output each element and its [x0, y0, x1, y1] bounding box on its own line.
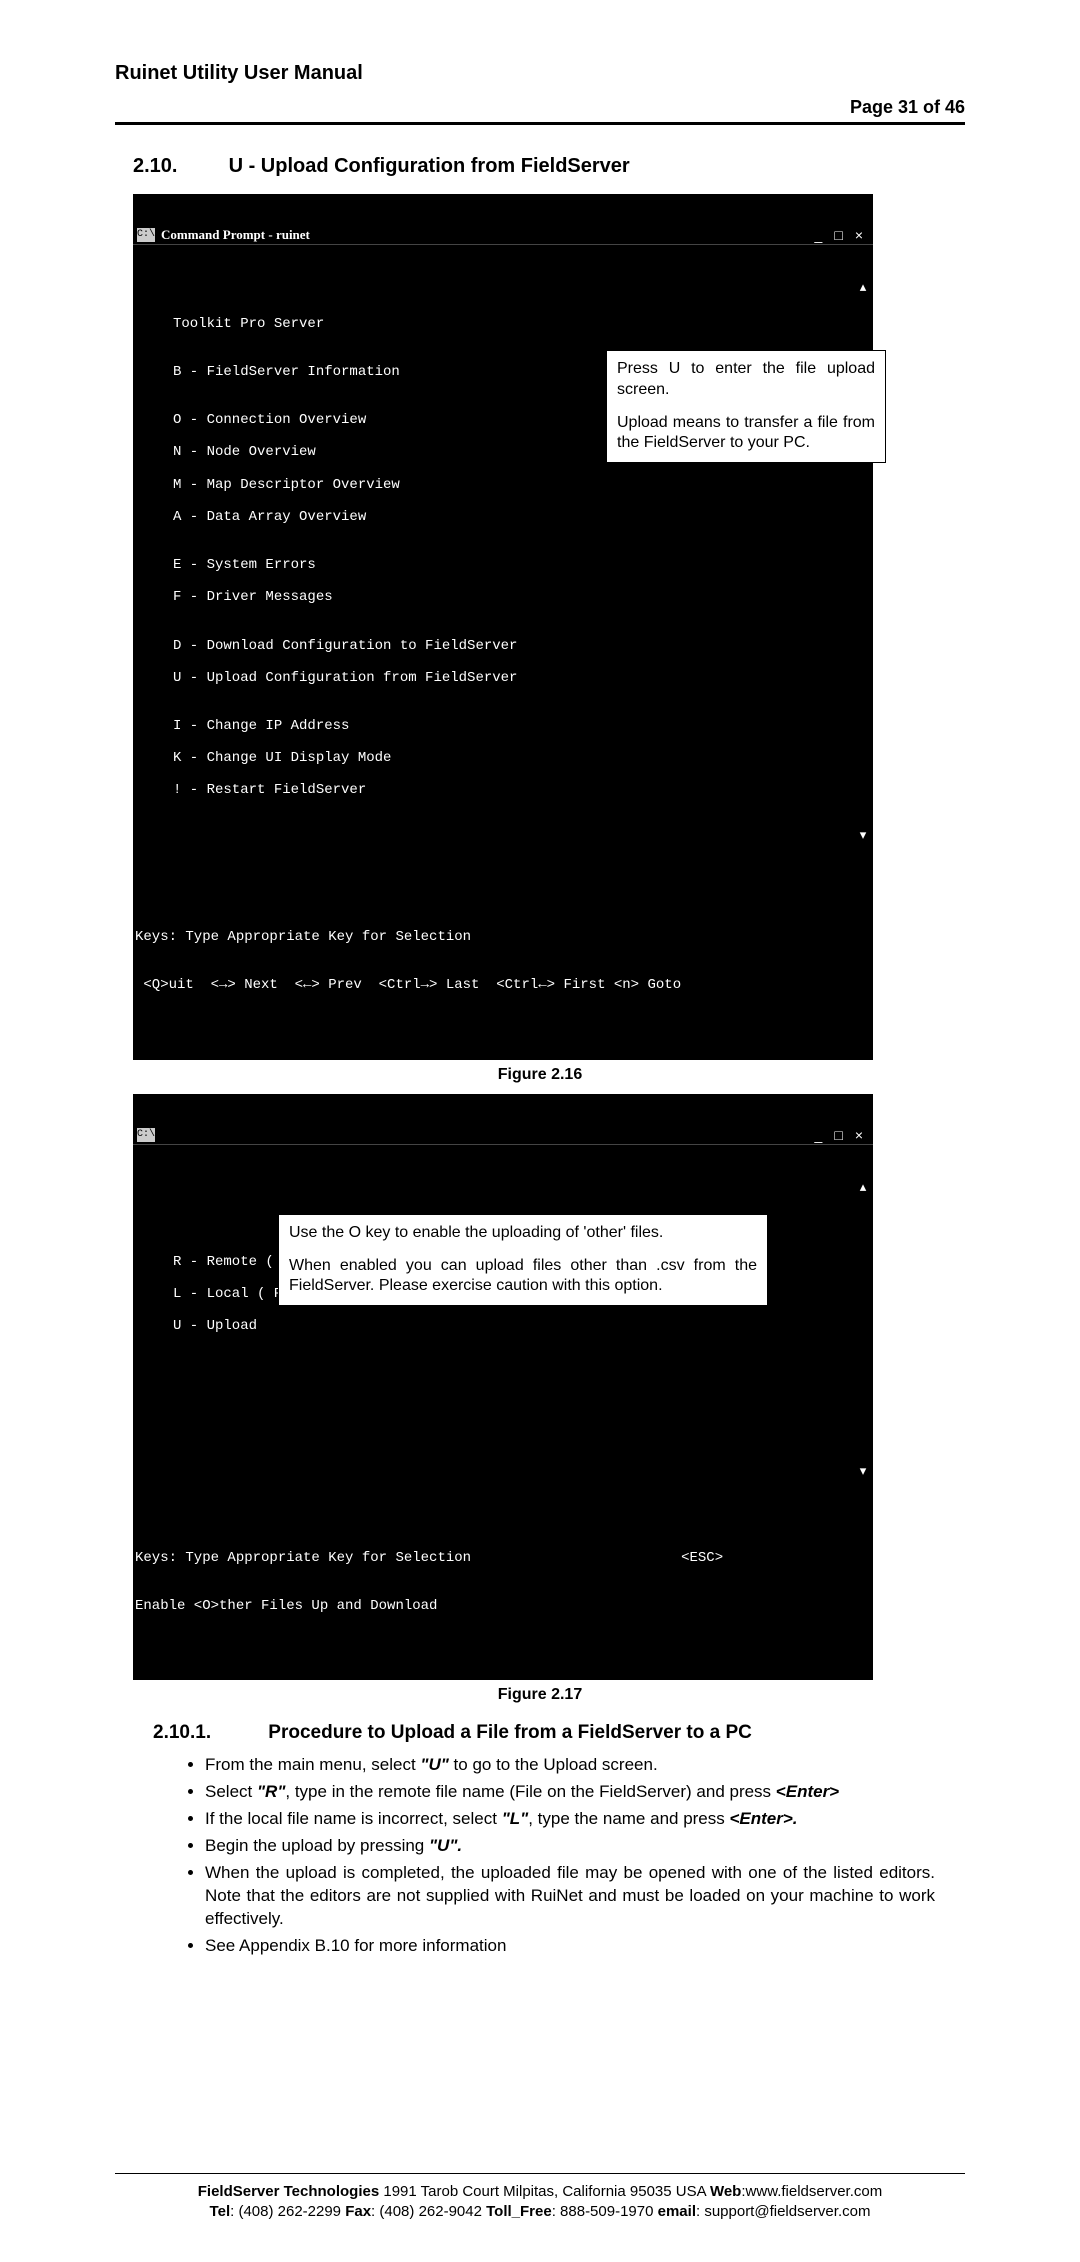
footer-tollfree: : 888-509-1970: [552, 2203, 658, 2220]
footer-address: 1991 Tarob Court Milpitas, California 95…: [379, 2183, 710, 2200]
callout-1: Press U to enter the file upload screen.…: [606, 350, 886, 463]
callout-1-text-1: Press U to enter the file upload screen.: [617, 359, 875, 401]
callout-2-text-2: When enabled you can upload files other …: [289, 1256, 757, 1298]
proc-text: From the main menu, select: [205, 1755, 420, 1774]
callout-2-connector: [283, 1312, 503, 1432]
callout-2-text-1: Use the O key to enable the uploading of…: [289, 1223, 757, 1244]
proc-key: "L": [502, 1809, 529, 1828]
minimize-icon[interactable]: _: [809, 1127, 829, 1143]
terminal-menu-item[interactable]: D - Download Configuration to FieldServe…: [133, 638, 873, 654]
callout-1-connector: [543, 392, 607, 402]
footer-tel-label: Tel: [210, 2203, 231, 2220]
callout-1-text-2: Upload means to transfer a file from the…: [617, 413, 875, 455]
scrollbar-down-icon[interactable]: ▾: [856, 1465, 870, 1479]
terminal-menu-item[interactable]: A - Data Array Overview: [133, 509, 873, 525]
callout-2: Use the O key to enable the uploading of…: [278, 1214, 768, 1306]
document-title: Ruinet Utility User Manual: [115, 62, 965, 85]
terminal-2-titlebar: C:\ _ □ ×: [133, 1126, 873, 1145]
terminal-1: C:\ Command Prompt - ruinet _ □ × ▴ Tool…: [133, 194, 873, 1060]
terminal-1-wrap: C:\ Command Prompt - ruinet _ □ × ▴ Tool…: [133, 194, 947, 1060]
header-rule: [115, 122, 965, 125]
terminal-2: C:\ _ □ × ▴ R - Remote ( FieldServer ) F…: [133, 1094, 873, 1681]
proc-key: <Enter>.: [730, 1809, 798, 1828]
terminal-help-line: Enable <O>ther Files Up and Download: [135, 1598, 871, 1614]
proc-text: to go to the Upload screen.: [449, 1755, 658, 1774]
procedure-item: When the upload is completed, the upload…: [205, 1862, 935, 1931]
terminal-icon: C:\: [137, 1128, 155, 1142]
proc-text: Select: [205, 1782, 257, 1801]
footer-tel: : (408) 262-2299: [230, 2203, 345, 2220]
page-number: Page 31 of 46: [115, 97, 965, 118]
terminal-menu-item[interactable]: K - Change UI Display Mode: [133, 750, 873, 766]
terminal-line: Toolkit Pro Server: [133, 316, 873, 332]
terminal-menu-item[interactable]: F - Driver Messages: [133, 589, 873, 605]
terminal-menu-item[interactable]: M - Map Descriptor Overview: [133, 477, 873, 493]
procedure-item: See Appendix B.10 for more information: [205, 1935, 935, 1958]
footer-fax-label: Fax: [345, 2203, 371, 2220]
terminal-2-wrap: C:\ _ □ × ▴ R - Remote ( FieldServer ) F…: [133, 1094, 947, 1681]
proc-text: If the local file name is incorrect, sel…: [205, 1809, 502, 1828]
minimize-icon[interactable]: _: [809, 227, 829, 243]
proc-key: "U": [420, 1755, 448, 1774]
section-number: 2.10.: [133, 155, 223, 178]
procedure-list: From the main menu, select "U" to go to …: [205, 1754, 935, 1958]
footer-web: :www.fieldserver.com: [741, 2183, 882, 2200]
terminal-menu-item[interactable]: U - Upload: [133, 1318, 873, 1334]
terminal-help-line: Keys: Type Appropriate Key for Selection: [135, 929, 871, 945]
procedure-item: Select "R", type in the remote file name…: [205, 1781, 935, 1804]
scrollbar-down-icon[interactable]: ▾: [856, 829, 870, 843]
page-footer: FieldServer Technologies 1991 Tarob Cour…: [115, 2173, 965, 2223]
footer-fax: : (408) 262-9042: [371, 2203, 486, 2220]
proc-key: <Enter>: [776, 1782, 839, 1801]
terminal-help-line: <Q>uit <→> Next <←> Prev <Ctrl→> Last <C…: [135, 977, 871, 993]
subsection-number: 2.10.1.: [153, 1722, 263, 1744]
terminal-1-title: Command Prompt - ruinet: [161, 228, 310, 243]
footer-web-label: Web: [710, 2183, 741, 2200]
figure-caption-1: Figure 2.16: [115, 1066, 965, 1084]
terminal-footer: Keys: Type Appropriate Key for Selection…: [133, 1516, 873, 1649]
maximize-icon[interactable]: □: [828, 227, 848, 243]
footer-company: FieldServer Technologies: [198, 2183, 379, 2200]
close-icon[interactable]: ×: [849, 1127, 869, 1143]
maximize-icon[interactable]: □: [828, 1127, 848, 1143]
footer-tollfree-label: Toll_Free: [486, 2203, 552, 2220]
procedure-item: Begin the upload by pressing "U".: [205, 1835, 935, 1858]
footer-email-label: email: [658, 2203, 696, 2220]
proc-text: Begin the upload by pressing: [205, 1836, 429, 1855]
subsection-title: Procedure to Upload a File from a FieldS…: [268, 1722, 752, 1743]
terminal-1-titlebar: C:\ Command Prompt - ruinet _ □ ×: [133, 226, 873, 245]
terminal-menu-item[interactable]: E - System Errors: [133, 557, 873, 573]
terminal-menu-item[interactable]: I - Change IP Address: [133, 718, 873, 734]
terminal-help-line: Keys: Type Appropriate Key for Selection…: [135, 1550, 871, 1566]
procedure-item: From the main menu, select "U" to go to …: [205, 1754, 935, 1777]
terminal-menu-item[interactable]: ! - Restart FieldServer: [133, 782, 873, 798]
figure-caption-2: Figure 2.17: [115, 1686, 965, 1704]
scrollbar-up-icon[interactable]: ▴: [856, 281, 870, 295]
proc-text: , type in the remote file name (File on …: [285, 1782, 775, 1801]
proc-key: "U".: [429, 1836, 462, 1855]
proc-text: , type the name and press: [528, 1809, 729, 1828]
close-icon[interactable]: ×: [849, 227, 869, 243]
terminal-menu-item[interactable]: U - Upload Configuration from FieldServe…: [133, 670, 873, 686]
section-title: U - Upload Configuration from FieldServe…: [229, 155, 630, 177]
procedure-item: If the local file name is incorrect, sel…: [205, 1808, 935, 1831]
footer-email: : support@fieldserver.com: [696, 2203, 870, 2220]
proc-key: "R": [257, 1782, 285, 1801]
scrollbar-up-icon[interactable]: ▴: [856, 1181, 870, 1195]
terminal-footer: Keys: Type Appropriate Key for Selection…: [133, 879, 873, 1028]
terminal-icon: C:\: [137, 228, 155, 242]
